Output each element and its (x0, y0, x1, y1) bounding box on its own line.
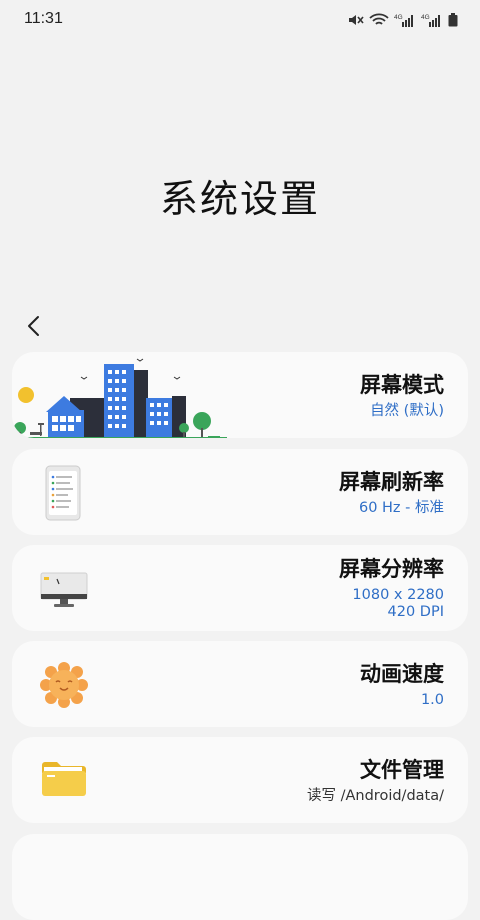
card-title: 屏幕模式 (360, 372, 444, 397)
card-file-management[interactable]: 文件管理 读写 /Android/data/ (12, 737, 468, 823)
mute-icon (349, 15, 364, 25)
4g-signal-icon: 4G (394, 14, 413, 27)
card-subtitle-line2: 420 DPI (387, 604, 444, 620)
phone-settings-icon (45, 465, 81, 521)
network-label: 4G (421, 14, 430, 21)
card-title: 动画速度 (360, 661, 444, 686)
status-bar: 11:31 4G 4G (0, 0, 480, 40)
card-title: 屏幕分辨率 (339, 557, 444, 581)
card-resolution[interactable]: 屏幕分辨率 1080 x 2280 420 DPI (12, 545, 468, 631)
card-subtitle: 60 Hz - 标准 (358, 499, 444, 516)
card-subtitle-line1: 1080 x 2280 (352, 587, 444, 603)
card-refresh-rate[interactable]: 屏幕刷新率 60 Hz - 标准 (12, 449, 468, 535)
wifi-icon (369, 13, 389, 25)
back-button[interactable] (18, 310, 50, 342)
back-arrow-icon (28, 316, 39, 336)
sun-face-icon (40, 662, 88, 708)
card-texts: 屏幕分辨率 1080 x 2280 420 DPI (339, 545, 444, 631)
city-illustration (12, 358, 227, 438)
card-texts: 文件管理 读写 /Android/data/ (307, 737, 444, 823)
status-time: 11:31 (24, 10, 63, 27)
card-subtitle: 自然 (默认) (370, 402, 444, 419)
card-title: 屏幕刷新率 (339, 469, 444, 494)
card-texts: 屏幕模式 自然 (默认) (360, 352, 444, 438)
card-texts: 屏幕刷新率 60 Hz - 标准 (339, 449, 444, 535)
4g-signal-icon: 4G (421, 14, 440, 27)
card-subtitle: 1.0 (420, 691, 444, 708)
card-partial[interactable] (12, 834, 468, 920)
battery-icon (448, 13, 458, 27)
card-title: 文件管理 (360, 757, 444, 782)
card-subtitle: 读写 /Android/data/ (307, 787, 444, 804)
card-screen-mode[interactable]: 屏幕模式 自然 (默认) (12, 352, 468, 438)
folder-icon (42, 762, 86, 796)
status-icons: 4G 4G (348, 12, 458, 28)
card-animation-speed[interactable]: 动画速度 1.0 (12, 641, 468, 727)
network-label: 4G (394, 14, 403, 21)
card-texts: 动画速度 1.0 (360, 641, 444, 727)
page-title: 系统设置 (159, 177, 320, 221)
monitor-icon (40, 572, 88, 607)
